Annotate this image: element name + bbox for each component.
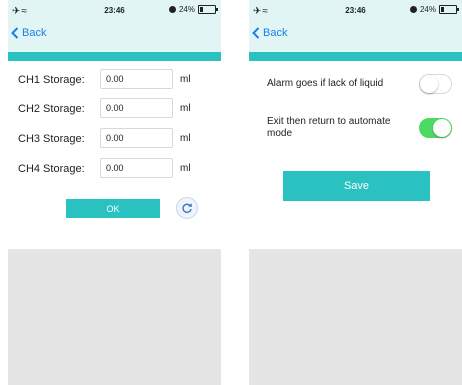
- header: ✈≈ 23:46 24% Back: [249, 0, 462, 52]
- storage-row-ch1: CH1 Storage: ml: [8, 69, 221, 91]
- ch2-storage-input[interactable]: [100, 98, 173, 118]
- chevron-left-icon: [11, 27, 19, 39]
- alarm-setting-label: Alarm goes if lack of liquid: [267, 78, 384, 89]
- header: ✈≈ 23:46 24% Back: [8, 0, 221, 52]
- toggle-knob: [433, 119, 451, 137]
- status-right: 24%: [409, 5, 459, 14]
- refresh-button[interactable]: [176, 197, 198, 219]
- unit-label: ml: [180, 74, 191, 85]
- ch1-storage-input[interactable]: [100, 69, 173, 89]
- back-button[interactable]: Back: [11, 27, 46, 39]
- settings-panel: Alarm goes if lack of liquid Exit then r…: [249, 61, 462, 249]
- save-button[interactable]: Save: [283, 171, 430, 201]
- empty-area: [249, 249, 462, 385]
- ch4-storage-input[interactable]: [100, 158, 173, 178]
- storage-row-ch3: CH3 Storage: ml: [8, 128, 221, 150]
- storage-label: CH3 Storage:: [18, 133, 85, 145]
- status-bar: ✈≈ 23:46 24%: [8, 0, 221, 22]
- storage-label: CH1 Storage:: [18, 74, 85, 86]
- unit-label: ml: [180, 133, 191, 144]
- back-label: Back: [22, 27, 47, 39]
- back-button[interactable]: Back: [252, 27, 287, 39]
- exit-mode-toggle[interactable]: [419, 118, 452, 138]
- battery-percent: 24%: [419, 5, 436, 14]
- settings-screen: ✈≈ 23:46 24% Back Alarm goes if lack of …: [249, 0, 462, 385]
- storage-label: CH2 Storage:: [18, 103, 85, 115]
- empty-area: [8, 249, 221, 385]
- chevron-left-icon: [252, 27, 260, 39]
- storage-row-ch4: CH4 Storage: ml: [8, 158, 221, 180]
- storage-row-ch2: CH2 Storage: ml: [8, 98, 221, 120]
- unit-label: ml: [180, 163, 191, 174]
- refresh-icon: [182, 203, 192, 213]
- storage-screen: ✈≈ 23:46 24% Back CH1 Storage: ml CH2 St…: [8, 0, 221, 385]
- alarm-icon: [168, 6, 176, 13]
- ok-button[interactable]: OK: [66, 199, 160, 218]
- status-right: 24%: [168, 5, 218, 14]
- toggle-knob: [420, 75, 438, 93]
- alarm-icon: [409, 6, 417, 13]
- back-label: Back: [263, 27, 288, 39]
- header-accent-bar: [249, 52, 462, 61]
- battery-icon: [198, 5, 218, 14]
- storage-form: CH1 Storage: ml CH2 Storage: ml CH3 Stor…: [8, 61, 221, 249]
- battery-percent: 24%: [178, 5, 195, 14]
- exit-setting-label: Exit then return to automate mode: [267, 116, 391, 139]
- alarm-toggle[interactable]: [419, 74, 452, 94]
- ch3-storage-input[interactable]: [100, 128, 173, 148]
- unit-label: ml: [180, 103, 191, 114]
- status-bar: ✈≈ 23:46 24%: [249, 0, 462, 22]
- header-accent-bar: [8, 52, 221, 61]
- battery-icon: [439, 5, 459, 14]
- storage-label: CH4 Storage:: [18, 163, 85, 175]
